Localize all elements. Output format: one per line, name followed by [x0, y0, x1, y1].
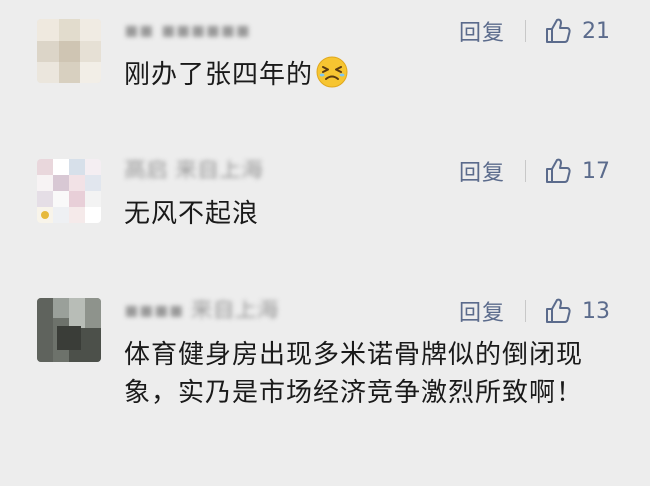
- avatar-image: [37, 19, 101, 83]
- persevering-face-icon: [316, 56, 348, 88]
- like-count: 17: [582, 158, 610, 184]
- like-count: 21: [582, 18, 610, 44]
- comment-text-content: 无风不起浪: [124, 199, 260, 229]
- user-name[interactable]: ▪▪▪▪ 来自上海: [124, 300, 279, 322]
- user-name[interactable]: ▪▪ ▪▪▪▪▪▪: [124, 20, 250, 42]
- reply-button[interactable]: 回复: [459, 295, 505, 327]
- avatar[interactable]: [37, 298, 101, 362]
- avatar-image: [37, 298, 101, 362]
- comment-actions: 回复 13: [459, 294, 614, 328]
- divider: [525, 160, 526, 182]
- thumbs-up-icon[interactable]: [544, 157, 572, 185]
- thumbs-up-icon[interactable]: [544, 17, 572, 45]
- reply-button[interactable]: 回复: [459, 15, 505, 47]
- avatar[interactable]: [37, 19, 101, 83]
- comment-actions: 回复 17: [459, 154, 614, 188]
- thumbs-up-icon[interactable]: [544, 297, 572, 325]
- reply-button[interactable]: 回复: [459, 155, 505, 187]
- comment-list: ▪▪ ▪▪▪▪▪▪ 回复 21 刚办了张四年的 高启 来自上海 回复 17 无风…: [0, 0, 650, 486]
- like-count: 13: [582, 298, 610, 324]
- comment-text: 无风不起浪: [124, 195, 624, 233]
- user-name-text: ▪▪ ▪▪▪▪▪▪: [124, 20, 251, 42]
- avatar-image: [37, 159, 101, 223]
- comment-text-content: 体育健身房出现多米诺骨牌似的倒闭现象，实乃是市场经济竞争激烈所致啊！: [124, 340, 584, 408]
- comment-item: 高启 来自上海 回复 17 无风不起浪: [0, 140, 650, 280]
- comment-text: 刚办了张四年的: [124, 55, 624, 94]
- comment-text: 体育健身房出现多米诺骨牌似的倒闭现象，实乃是市场经济竞争激烈所致啊！: [124, 336, 614, 412]
- divider: [525, 20, 526, 42]
- comment-item: ▪▪▪▪ 来自上海 回复 13 体育健身房出现多米诺骨牌似的倒闭现象，实乃是市场…: [0, 280, 650, 486]
- divider: [525, 300, 526, 322]
- comment-item: ▪▪ ▪▪▪▪▪▪ 回复 21 刚办了张四年的: [0, 0, 650, 140]
- avatar[interactable]: [37, 159, 101, 223]
- comment-text-content: 刚办了张四年的: [124, 60, 314, 90]
- user-name[interactable]: 高启 来自上海: [124, 160, 263, 182]
- user-name-text: 高启 来自上海: [124, 160, 263, 182]
- comment-actions: 回复 21: [459, 14, 614, 48]
- user-name-text: ▪▪▪▪ 来自上海: [124, 300, 279, 322]
